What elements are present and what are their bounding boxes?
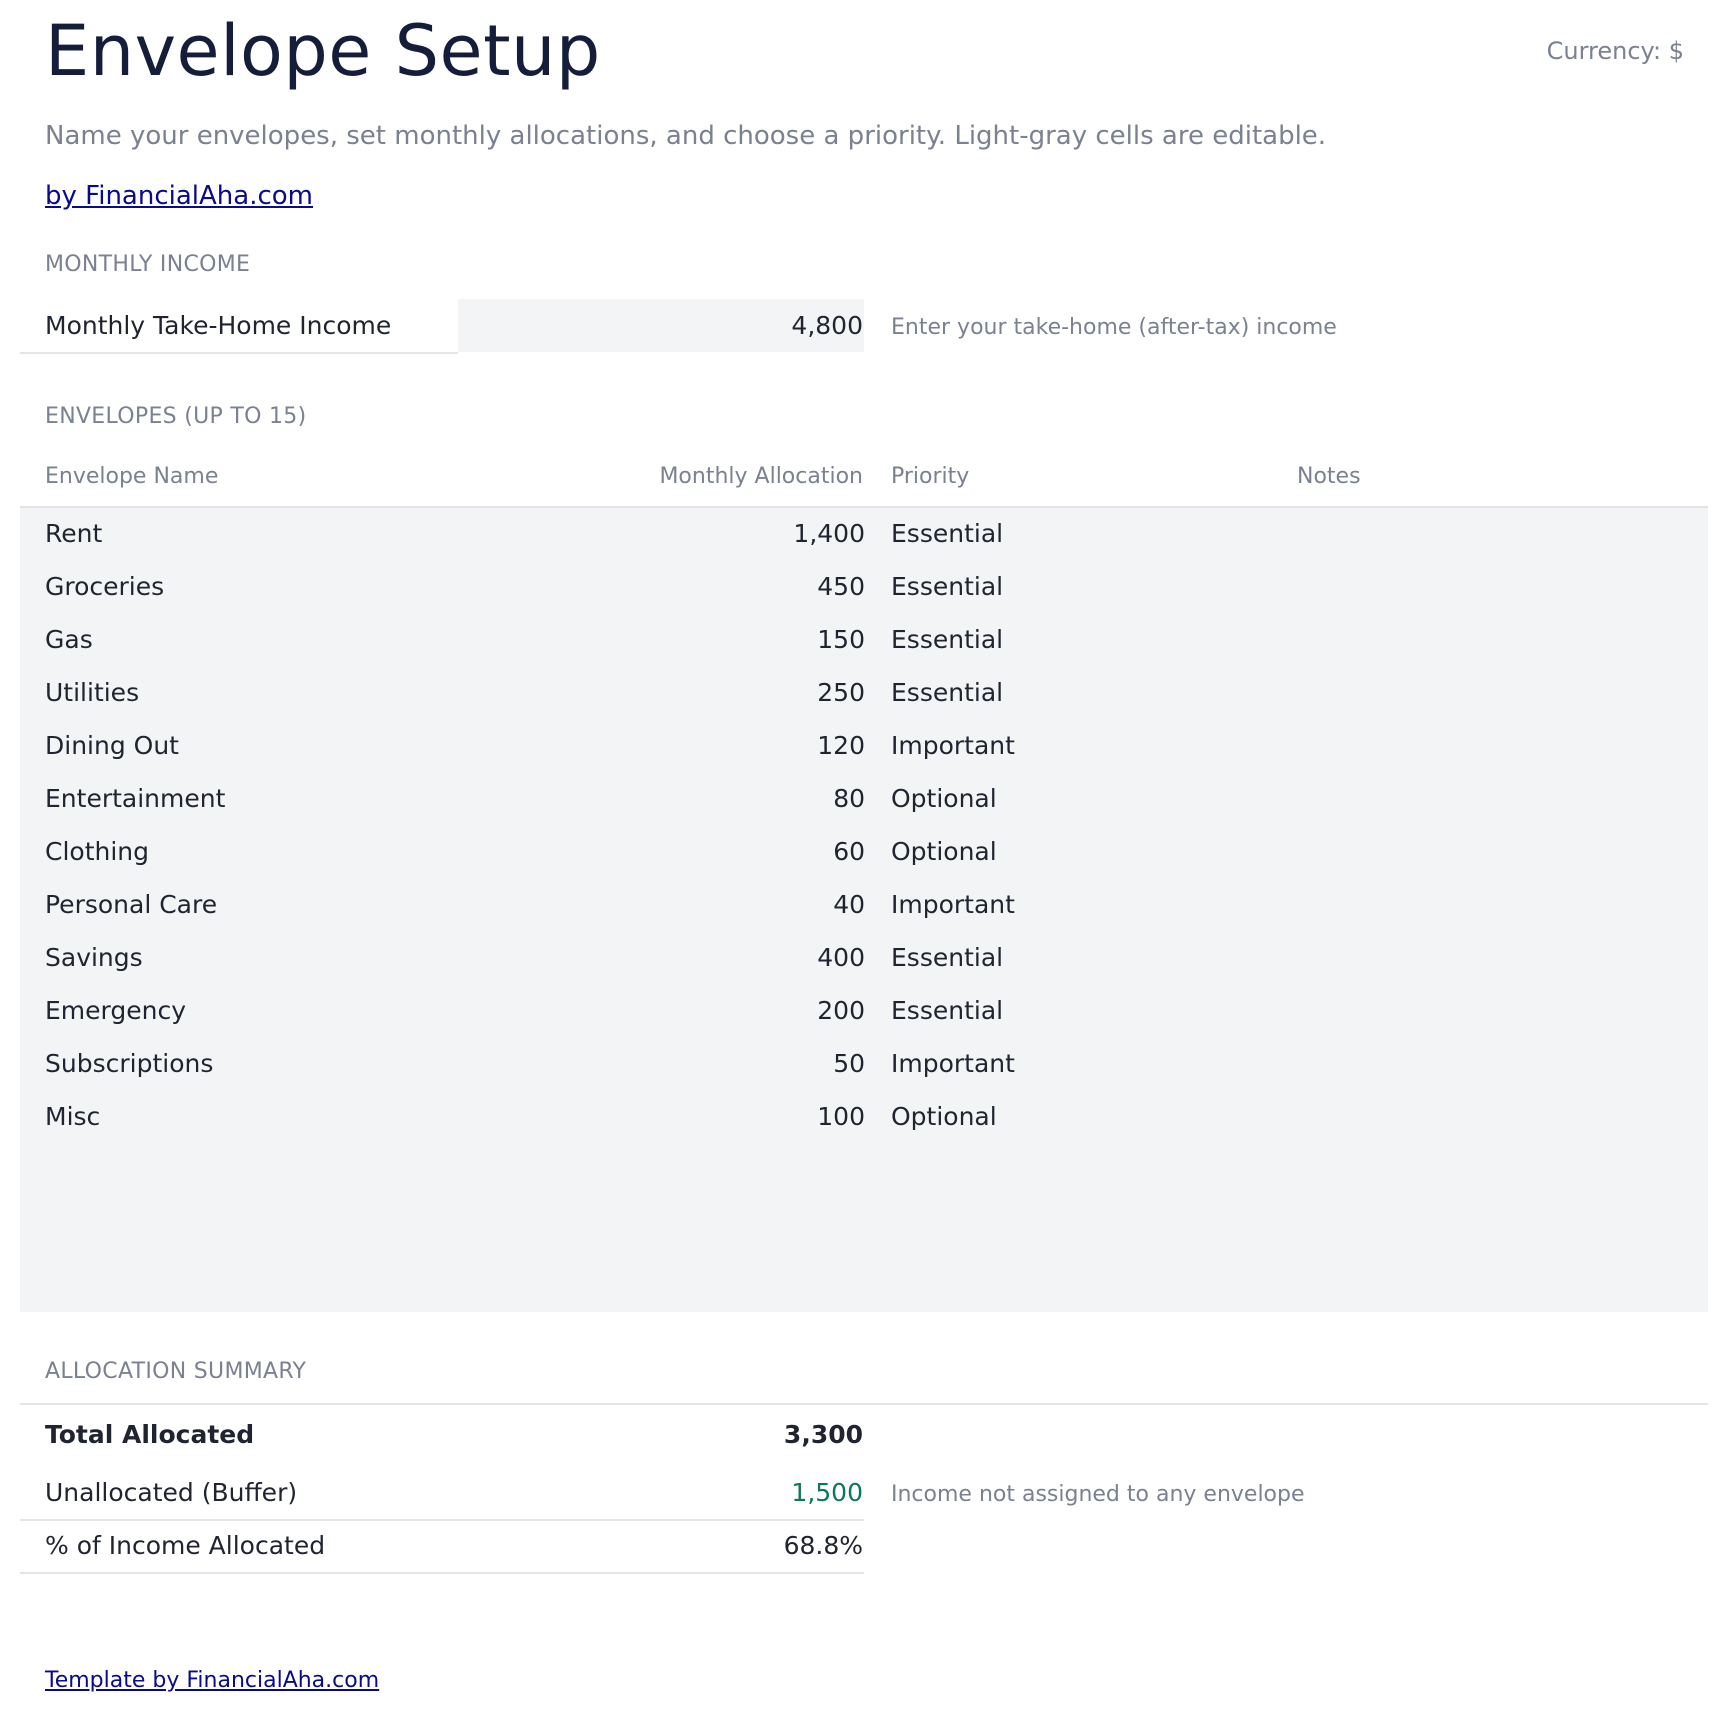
envelope-name[interactable]: Emergency [45, 994, 186, 1028]
section-label-envelopes: ENVELOPES (UP TO 15) [45, 404, 307, 429]
envelope-name[interactable]: Savings [45, 941, 143, 975]
footer-link[interactable]: Template by FinancialAha.com [45, 1666, 379, 1696]
column-header-priority: Priority [891, 464, 970, 489]
envelope-priority[interactable]: Important [891, 1047, 1015, 1081]
total-allocated-value: 3,300 [783, 1420, 863, 1449]
envelope-priority[interactable]: Optional [891, 782, 997, 816]
envelope-allocation[interactable]: 120 [817, 729, 865, 763]
section-label-summary: ALLOCATION SUMMARY [45, 1359, 307, 1384]
table-row[interactable]: Emergency 200 Essential [20, 985, 1708, 1038]
envelope-allocation[interactable]: 50 [833, 1047, 865, 1081]
envelope-name[interactable]: Dining Out [45, 729, 179, 763]
envelope-name[interactable]: Personal Care [45, 888, 217, 922]
envelope-priority[interactable]: Essential [891, 676, 1003, 710]
envelope-name[interactable]: Clothing [45, 835, 149, 869]
page-title: Envelope Setup [45, 10, 601, 92]
income-hint: Enter your take-home (after-tax) income [891, 315, 1337, 340]
envelope-priority[interactable]: Essential [891, 623, 1003, 657]
unallocated-hint: Income not assigned to any envelope [891, 1482, 1305, 1507]
unallocated-value: 1,500 [791, 1478, 863, 1507]
envelope-name[interactable]: Utilities [45, 676, 139, 710]
column-header-name: Envelope Name [45, 464, 219, 489]
percent-allocated-value: 68.8% [783, 1531, 863, 1560]
table-row[interactable]: Personal Care 40 Important [20, 879, 1708, 932]
envelope-name[interactable]: Rent [45, 517, 102, 551]
currency-indicator: Currency: $ [1546, 37, 1684, 65]
envelope-table[interactable]: Rent 1,400 Essential Groceries 450 Essen… [20, 506, 1708, 1312]
envelope-allocation[interactable]: 40 [833, 888, 865, 922]
envelope-allocation[interactable]: 250 [817, 676, 865, 710]
byline-link[interactable]: by FinancialAha.com [45, 179, 313, 213]
percent-allocated-label: % of Income Allocated [45, 1531, 326, 1560]
envelope-name[interactable]: Groceries [45, 570, 164, 604]
unallocated-label: Unallocated (Buffer) [45, 1478, 298, 1507]
summary-divider [20, 1519, 864, 1521]
income-label: Monthly Take-Home Income [45, 311, 392, 340]
envelope-allocation[interactable]: 80 [833, 782, 865, 816]
envelope-allocation[interactable]: 150 [817, 623, 865, 657]
envelope-priority[interactable]: Optional [891, 1100, 997, 1134]
table-row[interactable]: Savings 400 Essential [20, 932, 1708, 985]
section-label-income: MONTHLY INCOME [45, 252, 251, 277]
envelope-allocation[interactable]: 100 [817, 1100, 865, 1134]
table-row[interactable]: Clothing 60 Optional [20, 826, 1708, 879]
page-subtitle: Name your envelopes, set monthly allocat… [45, 121, 1327, 151]
envelope-name[interactable]: Entertainment [45, 782, 225, 816]
envelope-priority[interactable]: Optional [891, 835, 997, 869]
column-header-allocation: Monthly Allocation [659, 464, 863, 489]
column-header-notes: Notes [1297, 464, 1361, 489]
envelope-allocation[interactable]: 60 [833, 835, 865, 869]
table-row[interactable]: Groceries 450 Essential [20, 561, 1708, 614]
envelope-allocation[interactable]: 450 [817, 570, 865, 604]
table-row[interactable]: Subscriptions 50 Important [20, 1038, 1708, 1091]
income-value[interactable]: 4,800 [791, 309, 863, 343]
table-row[interactable]: Misc 100 Optional [20, 1091, 1708, 1144]
summary-divider-bottom [20, 1572, 864, 1574]
table-row[interactable]: Gas 150 Essential [20, 614, 1708, 667]
table-row[interactable]: Entertainment 80 Optional [20, 773, 1708, 826]
envelope-allocation[interactable]: 400 [817, 941, 865, 975]
envelope-priority[interactable]: Essential [891, 517, 1003, 551]
table-row[interactable]: Rent 1,400 Essential [20, 508, 1708, 561]
summary-divider-top [20, 1403, 1708, 1405]
envelope-allocation[interactable]: 200 [817, 994, 865, 1028]
income-divider [20, 352, 458, 354]
envelope-priority[interactable]: Important [891, 729, 1015, 763]
envelope-priority[interactable]: Essential [891, 941, 1003, 975]
envelope-priority[interactable]: Important [891, 888, 1015, 922]
table-row[interactable]: Utilities 250 Essential [20, 667, 1708, 720]
table-row[interactable]: Dining Out 120 Important [20, 720, 1708, 773]
envelope-priority[interactable]: Essential [891, 570, 1003, 604]
envelope-name[interactable]: Subscriptions [45, 1047, 213, 1081]
envelope-name[interactable]: Gas [45, 623, 93, 657]
envelope-allocation[interactable]: 1,400 [793, 517, 865, 551]
total-allocated-label: Total Allocated [45, 1420, 255, 1449]
envelope-name[interactable]: Misc [45, 1100, 100, 1134]
envelope-priority[interactable]: Essential [891, 994, 1003, 1028]
